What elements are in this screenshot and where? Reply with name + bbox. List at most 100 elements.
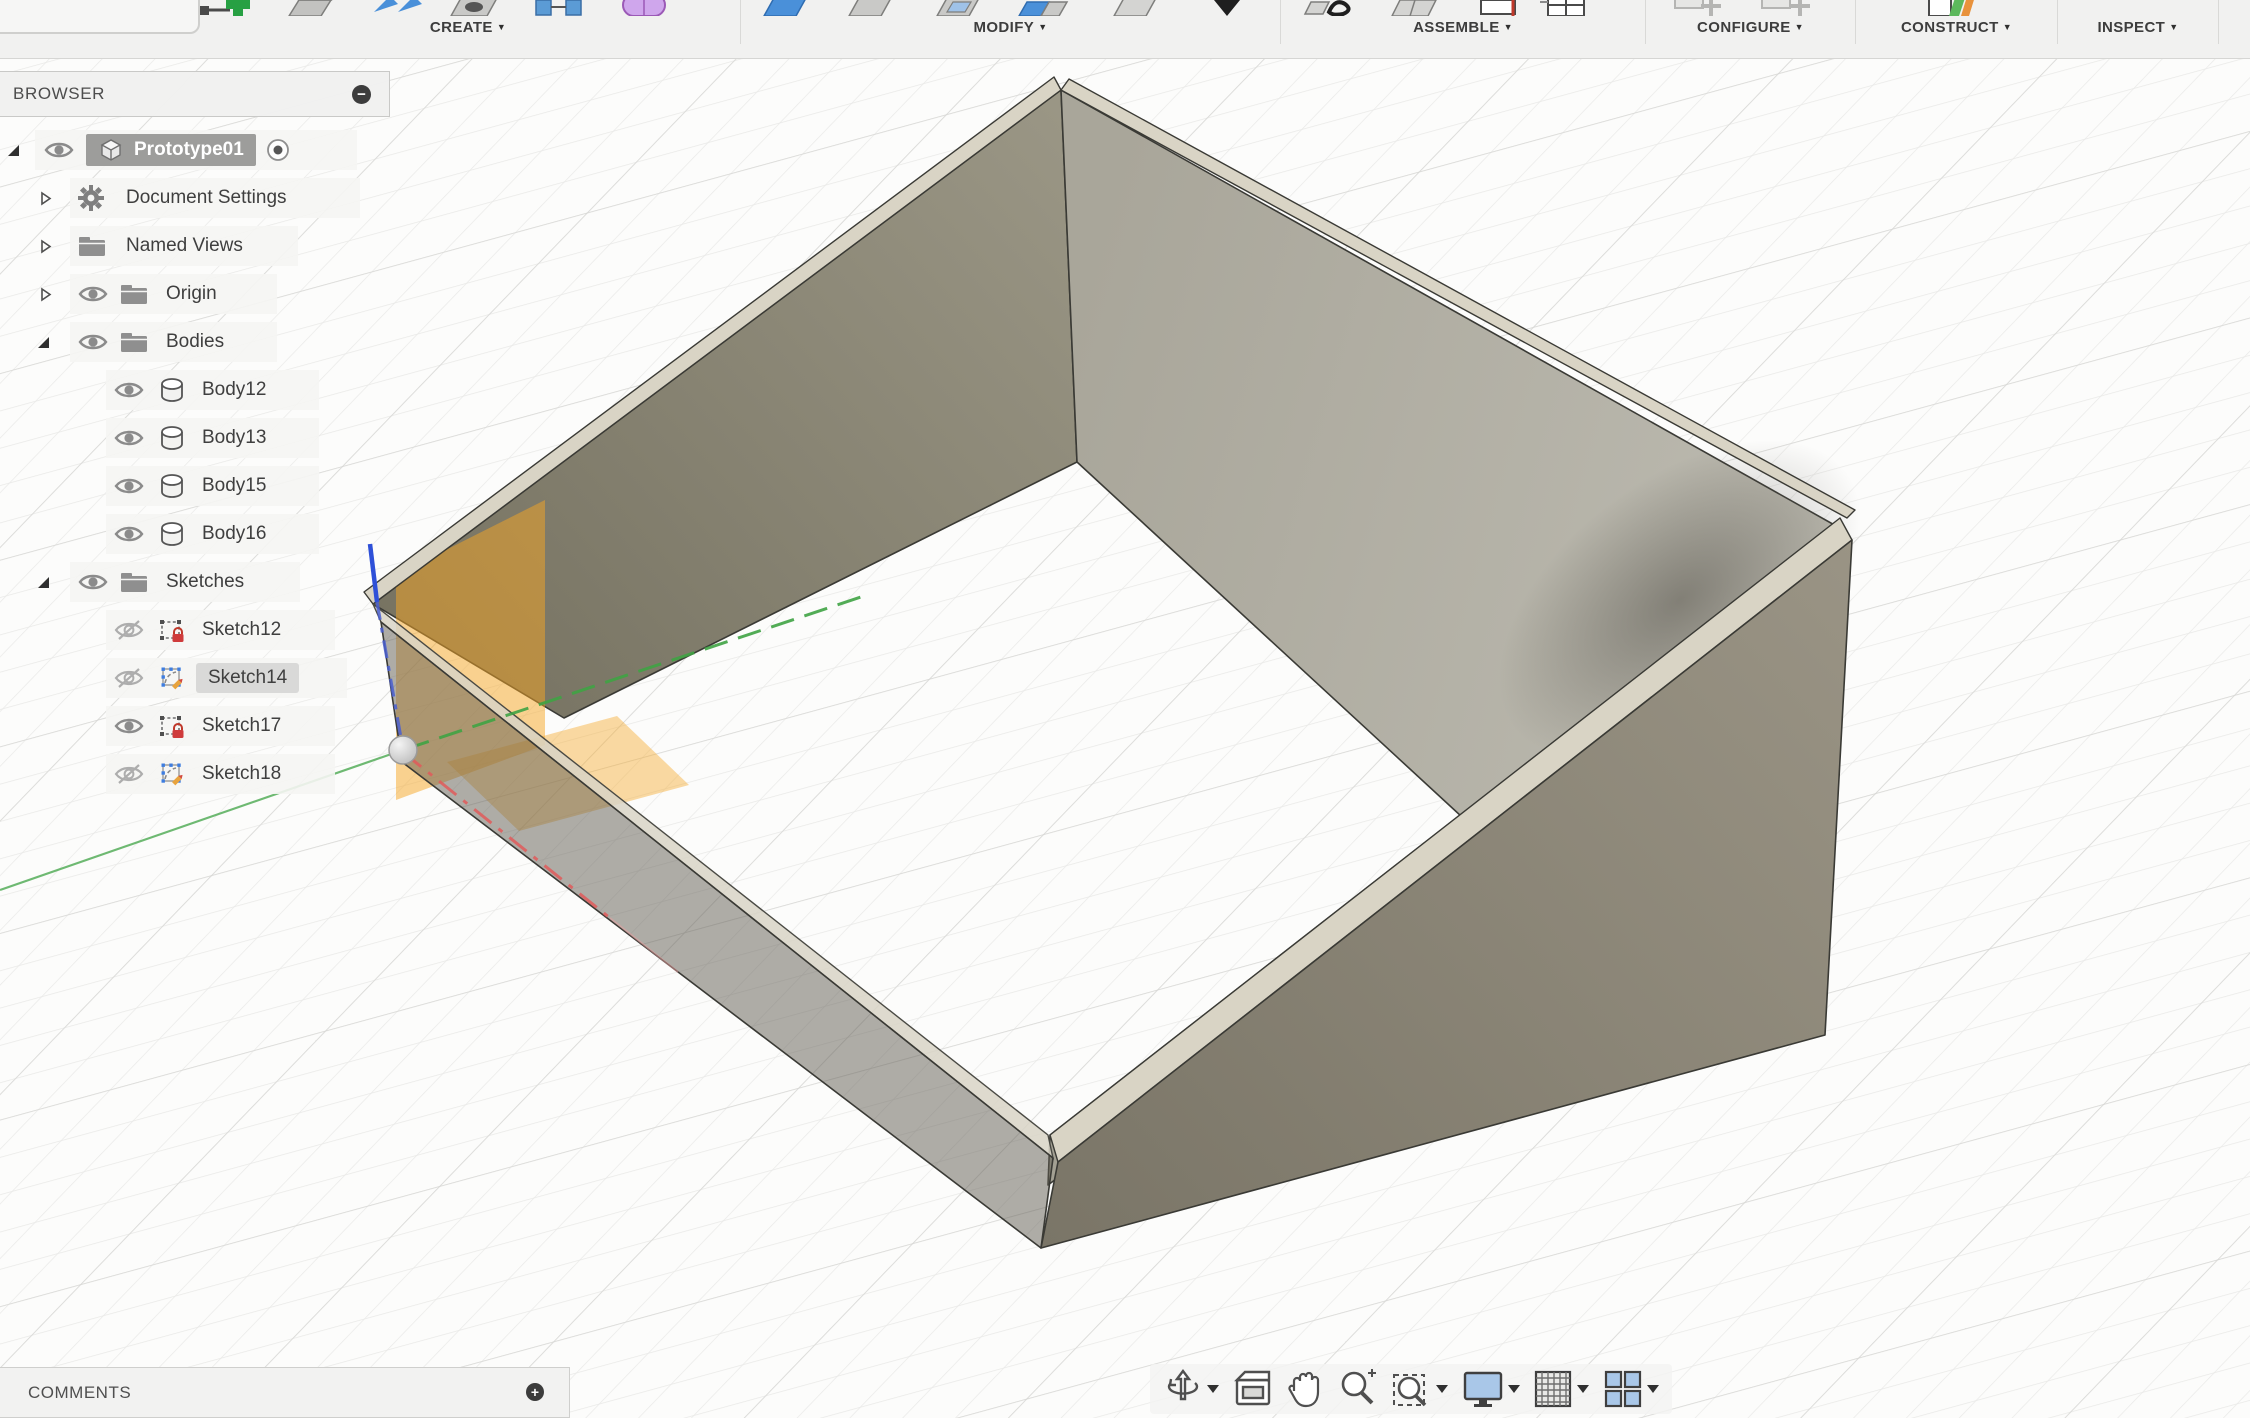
- eye-hidden-icon[interactable]: [114, 618, 144, 642]
- disclosure-collapsed-icon[interactable]: [38, 191, 53, 206]
- browser-row-body12[interactable]: Body12: [106, 370, 319, 410]
- eye-hidden-icon[interactable]: [114, 666, 144, 690]
- dropdown-caret-icon[interactable]: [1647, 1385, 1659, 1393]
- file-tab-area[interactable]: [0, 0, 200, 34]
- add-comment-button[interactable]: +: [526, 1383, 544, 1401]
- comments-title: COMMENTS: [28, 1383, 131, 1403]
- browser-row-sketch18[interactable]: Sketch18: [106, 754, 335, 794]
- toolbar-divider: [1855, 0, 1856, 44]
- grid-and-snaps-icon[interactable]: [1533, 1369, 1573, 1409]
- sketch-editable-icon: [158, 760, 186, 788]
- browser-row-named-views[interactable]: Named Views: [70, 226, 298, 266]
- activate-component-radio[interactable]: [266, 138, 290, 162]
- eye-visible-icon[interactable]: [78, 571, 108, 593]
- browser-item-label[interactable]: Sketch17: [202, 715, 281, 737]
- browser-collapse-button[interactable]: −: [352, 85, 371, 104]
- dropdown-caret-icon[interactable]: [1577, 1385, 1589, 1393]
- disclosure-expanded-icon[interactable]: [36, 335, 51, 350]
- gear-icon: [78, 185, 104, 211]
- toolbar-group-construct: CONSTRUCT▼: [1856, 0, 2057, 58]
- browser-item-label[interactable]: Sketches: [166, 571, 244, 593]
- browser-row-sketch12[interactable]: Sketch12: [106, 610, 335, 650]
- browser-item-label[interactable]: Body12: [202, 379, 266, 401]
- create-menu[interactable]: CREATE▼: [196, 19, 740, 36]
- ribbon-toolbar: CREATE▼ MODIFY▼ ASSEMBLE▼ CONFIGURE▼ CON…: [0, 0, 2250, 59]
- selected-item-highlight[interactable]: Sketch14: [196, 663, 299, 693]
- zoom-window-icon[interactable]: [1392, 1369, 1432, 1409]
- toolbar-divider: [740, 0, 741, 44]
- disclosure-expanded-icon[interactable]: [36, 575, 51, 590]
- viewports-icon[interactable]: [1603, 1369, 1643, 1409]
- browser-row-body13[interactable]: Body13: [106, 418, 319, 458]
- configure-menu[interactable]: CONFIGURE▼: [1646, 19, 1855, 36]
- eye-visible-icon[interactable]: [114, 523, 144, 545]
- construct-menu[interactable]: CONSTRUCT▼: [1856, 19, 2057, 36]
- folder-icon: [120, 282, 148, 306]
- body-cylinder-icon: [158, 520, 186, 548]
- browser-item-label[interactable]: Document Settings: [126, 187, 287, 209]
- browser-item-label[interactable]: Bodies: [166, 331, 224, 353]
- browser-item-label[interactable]: Sketch14: [208, 667, 287, 688]
- folder-icon: [120, 330, 148, 354]
- active-component-pill[interactable]: Prototype01: [86, 134, 256, 166]
- browser-row-body15[interactable]: Body15: [106, 466, 319, 506]
- dropdown-caret-icon[interactable]: [1207, 1385, 1219, 1393]
- eye-visible-icon[interactable]: [78, 283, 108, 305]
- eye-visible-icon[interactable]: [114, 715, 144, 737]
- browser-item-label[interactable]: Body15: [202, 475, 266, 497]
- browser-panel-header[interactable]: BROWSER −: [0, 71, 390, 117]
- browser-item-label[interactable]: Origin: [166, 283, 217, 305]
- eye-visible-icon[interactable]: [114, 475, 144, 497]
- toolbar-divider: [2057, 0, 2058, 44]
- browser-item-label[interactable]: Body13: [202, 427, 266, 449]
- eye-visible-icon[interactable]: [44, 139, 74, 161]
- pan-icon[interactable]: [1286, 1369, 1324, 1409]
- toolbar-group-inspect: INSPECT▼: [2058, 0, 2218, 58]
- folder-icon: [78, 234, 106, 258]
- inspect-menu[interactable]: INSPECT▼: [2058, 19, 2218, 36]
- look-at-icon[interactable]: [1233, 1370, 1273, 1408]
- browser-item-label[interactable]: Body16: [202, 523, 266, 545]
- browser-row-body16[interactable]: Body16: [106, 514, 319, 554]
- toolbar-group-configure: CONFIGURE▼: [1646, 0, 1855, 58]
- browser-row-sketches[interactable]: Sketches: [70, 562, 300, 602]
- toolbar-group-assemble: ASSEMBLE▼: [1281, 0, 1645, 58]
- browser-row-bodies[interactable]: Bodies: [70, 322, 277, 362]
- dropdown-caret-icon: ▼: [2003, 22, 2012, 32]
- view-navigation-bar: [1150, 1364, 1672, 1414]
- disclosure-expanded-icon[interactable]: [6, 143, 21, 158]
- dropdown-caret-icon: ▼: [1504, 22, 1513, 32]
- eye-hidden-icon[interactable]: [114, 762, 144, 786]
- orbit-icon[interactable]: [1163, 1369, 1203, 1409]
- origin-point[interactable]: [389, 736, 417, 764]
- modify-menu[interactable]: MODIFY▼: [741, 19, 1280, 36]
- comments-panel-header[interactable]: COMMENTS +: [0, 1367, 570, 1418]
- browser-row-document-settings[interactable]: Document Settings: [70, 178, 360, 218]
- browser-row-sketch17[interactable]: Sketch17: [106, 706, 335, 746]
- eye-visible-icon[interactable]: [114, 379, 144, 401]
- browser-item-label[interactable]: Named Views: [126, 235, 243, 257]
- browser-item-label[interactable]: Sketch12: [202, 619, 281, 641]
- eye-visible-icon[interactable]: [114, 427, 144, 449]
- browser-row-prototype01[interactable]: Prototype01: [35, 130, 357, 170]
- toolbar-divider: [1280, 0, 1281, 44]
- dropdown-caret-icon: ▼: [1038, 22, 1047, 32]
- fusion360-window: { "toolbar": { "groups": [ {"label": "CR…: [0, 0, 2250, 1418]
- disclosure-collapsed-icon[interactable]: [38, 287, 53, 302]
- display-settings-icon[interactable]: [1462, 1369, 1504, 1409]
- sketch-editable-icon: [158, 664, 186, 692]
- browser-item-label[interactable]: Prototype01: [134, 139, 244, 161]
- dropdown-caret-icon[interactable]: [1508, 1385, 1520, 1393]
- eye-visible-icon[interactable]: [78, 331, 108, 353]
- zoom-icon[interactable]: [1338, 1369, 1378, 1409]
- browser-row-origin[interactable]: Origin: [70, 274, 277, 314]
- body-cylinder-icon: [158, 376, 186, 404]
- disclosure-collapsed-icon[interactable]: [38, 239, 53, 254]
- browser-row-sketch14[interactable]: Sketch14: [106, 658, 347, 698]
- toolbar-group-modify: MODIFY▼: [741, 0, 1280, 58]
- dropdown-caret-icon[interactable]: [1436, 1385, 1448, 1393]
- assemble-menu[interactable]: ASSEMBLE▼: [1281, 19, 1645, 36]
- browser-title: BROWSER: [13, 84, 105, 104]
- browser-item-label[interactable]: Sketch18: [202, 763, 281, 785]
- dropdown-caret-icon: ▼: [2169, 22, 2178, 32]
